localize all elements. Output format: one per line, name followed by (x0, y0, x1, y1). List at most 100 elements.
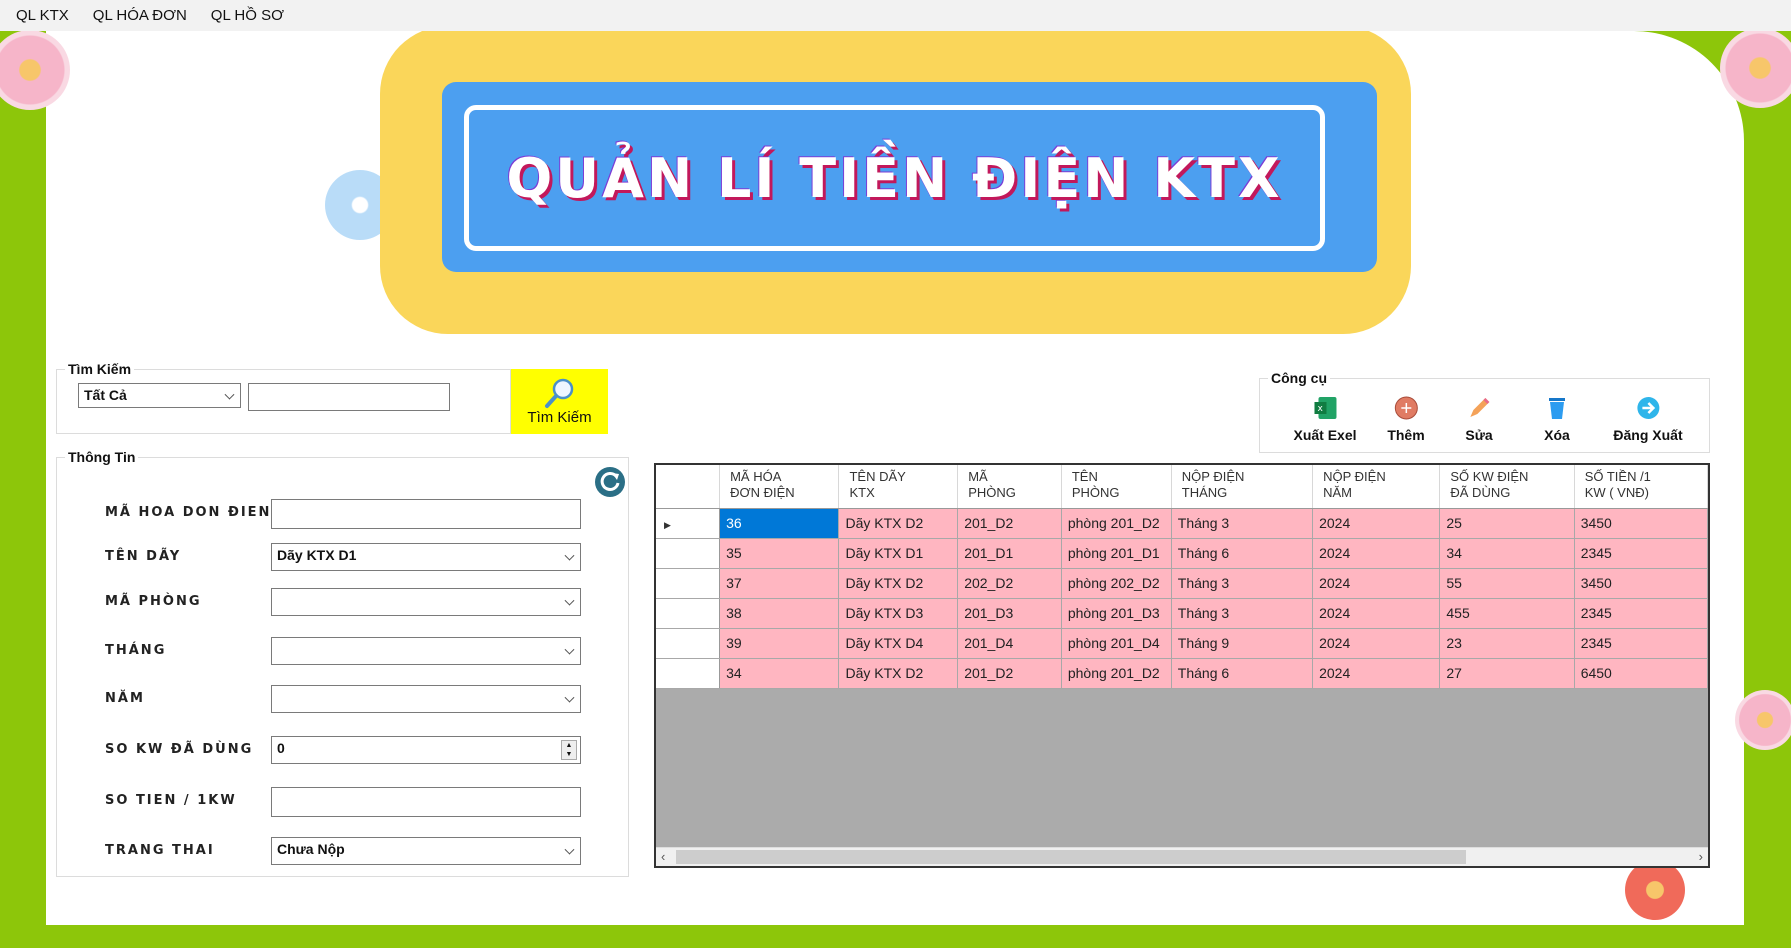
table-row[interactable]: ▶ 36 Dãy KTX D2 201_D2 phòng 201_D2 Tháng 3 20… (656, 508, 1708, 539)
table-row[interactable]: 35 Dãy KTX D1 201_D1 phòng 201_D1 Tháng 6 202… (656, 538, 1708, 569)
table-cell[interactable]: 37 (719, 568, 840, 599)
table-cell[interactable]: Tháng 3 (1171, 598, 1314, 629)
table-cell[interactable]: 2345 (1574, 538, 1708, 569)
field-value: Dãy KTX D1 (277, 547, 357, 563)
table-cell[interactable]: 201_D3 (957, 598, 1062, 629)
table-cell[interactable]: 55 (1439, 568, 1575, 599)
table-row[interactable]: 39 Dãy KTX D4 201_D4 phòng 201_D4 Tháng 9 202… (656, 628, 1708, 659)
table-cell[interactable]: 2024 (1312, 658, 1441, 689)
search-filter-combo[interactable]: Tất Cả (78, 383, 241, 408)
row-header[interactable] (656, 628, 721, 659)
field-label: SO KW ĐÃ DÙNG (105, 742, 254, 757)
table-cell[interactable]: 3450 (1574, 508, 1708, 539)
table-cell[interactable]: Tháng 9 (1171, 628, 1314, 659)
column-header[interactable]: NỘP ĐIỆN THÁNG (1171, 465, 1314, 509)
column-header[interactable]: SỐ KW ĐIỆN ĐÃ DÙNG (1439, 465, 1575, 509)
column-header[interactable]: TÊN DÃY KTX (838, 465, 959, 509)
table-cell[interactable]: Dãy KTX D3 (838, 598, 959, 629)
table-row[interactable]: 34 Dãy KTX D2 201_D2 phòng 201_D2 Tháng 6 202… (656, 658, 1708, 689)
table-cell[interactable]: phòng 201_D4 (1061, 628, 1172, 659)
table-cell[interactable]: 2024 (1312, 538, 1441, 569)
scrollbar-thumb[interactable] (676, 850, 1466, 864)
table-cell[interactable]: 36 (719, 508, 840, 539)
table-cell[interactable]: 201_D1 (957, 538, 1062, 569)
table-cell[interactable]: phòng 201_D2 (1061, 658, 1172, 689)
row-header[interactable]: ▶ (656, 508, 721, 539)
field-combo[interactable] (271, 637, 581, 665)
search-button-label: Tìm Kiếm (527, 409, 592, 426)
table-row[interactable]: 38 Dãy KTX D3 201_D3 phòng 201_D3 Tháng 3 202… (656, 598, 1708, 629)
table-cell[interactable]: phòng 201_D1 (1061, 538, 1172, 569)
search-button[interactable]: Tìm Kiếm (511, 369, 608, 434)
row-header[interactable] (656, 598, 721, 629)
table-cell[interactable]: Tháng 6 (1171, 658, 1314, 689)
field-combo[interactable] (271, 685, 581, 713)
column-header[interactable]: NỘP ĐIỆN NĂM (1312, 465, 1441, 509)
logout-button[interactable]: Đăng Xuất (1613, 395, 1683, 443)
table-cell[interactable]: 201_D2 (957, 658, 1062, 689)
field-combo[interactable] (271, 588, 581, 616)
field-combo[interactable]: Chưa Nộp (271, 837, 581, 865)
table-cell[interactable]: 2024 (1312, 628, 1441, 659)
table-cell[interactable]: 2024 (1312, 598, 1441, 629)
pencil-icon (1469, 398, 1489, 417)
table-cell[interactable]: 6450 (1574, 658, 1708, 689)
table-cell[interactable]: phòng 201_D2 (1061, 508, 1172, 539)
scroll-left-icon[interactable]: ‹ (661, 849, 665, 864)
table-cell[interactable]: 455 (1439, 598, 1575, 629)
table-cell[interactable]: 25 (1439, 508, 1575, 539)
refresh-icon[interactable] (594, 466, 626, 498)
export-excel-button[interactable]: x Xuất Exel (1293, 395, 1357, 443)
table-cell[interactable]: 2345 (1574, 628, 1708, 659)
row-header[interactable] (656, 568, 721, 599)
table-cell[interactable]: Dãy KTX D2 (838, 658, 959, 689)
table-cell[interactable]: 2024 (1312, 568, 1441, 599)
table-cell[interactable]: 201_D4 (957, 628, 1062, 659)
table-cell[interactable]: 39 (719, 628, 840, 659)
table-cell[interactable]: phòng 201_D3 (1061, 598, 1172, 629)
horizontal-scrollbar[interactable]: ‹ › (656, 847, 1708, 866)
row-header[interactable] (656, 538, 721, 569)
column-header[interactable]: MÃ PHÒNG (957, 465, 1062, 509)
field-combo[interactable]: Dãy KTX D1 (271, 543, 581, 571)
menu-ql-ktx[interactable]: QL KTX (6, 7, 79, 24)
spinner-arrows-icon[interactable]: ▲ ▼ (561, 740, 577, 760)
field-input[interactable] (271, 787, 581, 817)
table-cell[interactable]: 38 (719, 598, 840, 629)
table-cell[interactable]: 27 (1439, 658, 1575, 689)
field-input[interactable] (271, 499, 581, 529)
row-header[interactable] (656, 658, 721, 689)
table-cell[interactable]: Dãy KTX D1 (838, 538, 959, 569)
table-cell[interactable]: 34 (719, 658, 840, 689)
table-cell[interactable]: Dãy KTX D2 (838, 508, 959, 539)
table-cell[interactable]: phòng 202_D2 (1061, 568, 1172, 599)
table-cell[interactable]: 23 (1439, 628, 1575, 659)
table-cell[interactable]: 3450 (1574, 568, 1708, 599)
column-header[interactable]: TÊN PHÒNG (1061, 465, 1172, 509)
table-cell[interactable]: Tháng 6 (1171, 538, 1314, 569)
table-cell[interactable]: Dãy KTX D2 (838, 568, 959, 599)
table-cell[interactable]: 34 (1439, 538, 1575, 569)
table-cell[interactable]: Tháng 3 (1171, 508, 1314, 539)
menu-ql-hoa-don[interactable]: QL HÓA ĐƠN (83, 7, 197, 24)
table-cell[interactable]: 2024 (1312, 508, 1441, 539)
edit-button[interactable]: Sửa (1465, 395, 1493, 443)
search-input[interactable] (248, 383, 450, 411)
invoice-grid[interactable]: MÃ HÓA ĐƠN ĐIỆN TÊN DÃY KTX MÃ PHÒNG TÊN PH… (654, 463, 1710, 868)
menu-ql-ho-so[interactable]: QL HỒ SƠ (201, 7, 294, 24)
delete-button[interactable]: Xóa (1544, 395, 1570, 443)
column-header[interactable]: MÃ HÓA ĐƠN ĐIỆN (719, 465, 840, 509)
table-cell[interactable]: 35 (719, 538, 840, 569)
table-cell[interactable]: Dãy KTX D4 (838, 628, 959, 659)
field-label: TÊN DÃY (105, 549, 182, 564)
table-cell[interactable]: 201_D2 (957, 508, 1062, 539)
column-header[interactable]: SỐ TIỀN /1 KW ( VNĐ) (1574, 465, 1708, 509)
add-button[interactable]: Thêm (1387, 395, 1425, 443)
table-row[interactable]: 37 Dãy KTX D2 202_D2 phòng 202_D2 Tháng 3 202… (656, 568, 1708, 599)
magnifier-icon (544, 378, 573, 408)
table-cell[interactable]: 2345 (1574, 598, 1708, 629)
table-cell[interactable]: 202_D2 (957, 568, 1062, 599)
field-spinner[interactable]: 0 ▲ ▼ (271, 736, 581, 764)
scroll-right-icon[interactable]: › (1699, 849, 1703, 864)
table-cell[interactable]: Tháng 3 (1171, 568, 1314, 599)
